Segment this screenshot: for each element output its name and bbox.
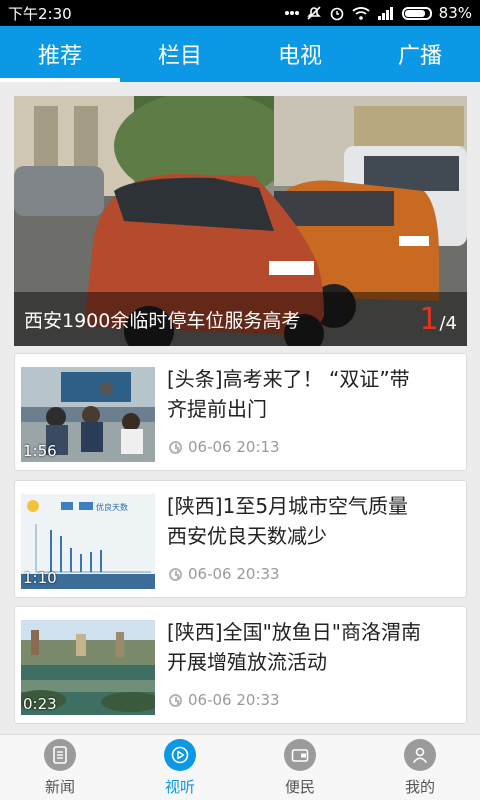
clock-icon bbox=[169, 440, 182, 454]
news-timestamp: 06-06 20:13 bbox=[169, 438, 280, 456]
nav-services[interactable]: 便民 bbox=[240, 735, 360, 800]
news-thumbnail: 1:56 bbox=[21, 367, 155, 462]
mute-icon bbox=[306, 5, 322, 21]
hero-current-page: 1 bbox=[419, 301, 439, 337]
hero-page-counter: 1 /4 bbox=[419, 302, 457, 337]
video-duration: 0:23 bbox=[23, 695, 57, 713]
wifi-icon bbox=[352, 6, 370, 20]
hero-title: 西安1900余临时停车位服务高考 bbox=[24, 309, 301, 332]
tab-columns[interactable]: 栏目 bbox=[120, 26, 240, 82]
battery-icon bbox=[401, 6, 432, 20]
battery-level: 83% bbox=[438, 4, 472, 22]
news-title: [头条]高考来了！ “双证”带 齐提前出门 bbox=[167, 364, 457, 424]
nav-media[interactable]: 视听 bbox=[120, 735, 240, 800]
news-title: [陕西]1至5月城市空气质量 西安优良天数减少 bbox=[167, 491, 457, 551]
news-title-line: [陕西]全国"放鱼日"商洛渭南 bbox=[167, 620, 422, 644]
tab-tv[interactable]: 电视 bbox=[240, 26, 360, 82]
tab-recommend[interactable]: 推荐 bbox=[0, 26, 120, 82]
news-title-line: [陕西]1至5月城市空气质量 bbox=[167, 494, 409, 518]
play-icon bbox=[164, 738, 196, 771]
nav-label: 我的 bbox=[404, 777, 435, 796]
nav-profile[interactable]: 我的 bbox=[360, 735, 480, 800]
nav-label: 便民 bbox=[284, 777, 315, 796]
tab-radio[interactable]: 广播 bbox=[360, 26, 480, 82]
video-duration: 1:10 bbox=[23, 569, 57, 587]
status-bar: 下午2:30 83% bbox=[0, 0, 480, 26]
status-time: 下午2:30 bbox=[8, 4, 72, 23]
news-time-text: 06-06 20:33 bbox=[188, 691, 280, 709]
news-time-text: 06-06 20:33 bbox=[188, 565, 280, 583]
news-title-line: 齐提前出门 bbox=[167, 397, 267, 421]
top-tab-bar: 推荐 栏目 电视 广播 bbox=[0, 26, 480, 82]
hero-total-pages: /4 bbox=[439, 312, 457, 334]
news-thumbnail: 0:23 bbox=[21, 620, 155, 715]
news-title-line: 西安优良天数减少 bbox=[167, 524, 327, 548]
more-dots-icon bbox=[284, 10, 299, 16]
user-icon bbox=[404, 738, 436, 771]
nav-news[interactable]: 新闻 bbox=[0, 735, 120, 800]
news-item[interactable]: 优良天数 1:10 [陕西]1至5月城市空气质量 西安优良天数减少 06-06 … bbox=[14, 480, 467, 598]
news-item[interactable]: 0:23 [陕西]全国"放鱼日"商洛渭南 开展增殖放流活动 06-06 20:3… bbox=[14, 606, 467, 724]
alarm-icon bbox=[329, 5, 345, 21]
thumbnail-chart-title: 优良天数 bbox=[96, 502, 128, 512]
news-timestamp: 06-06 20:33 bbox=[169, 565, 280, 583]
news-time-text: 06-06 20:13 bbox=[188, 438, 280, 456]
clock-icon bbox=[169, 567, 182, 581]
news-title-line: [头条]高考来了！ “双证”带 bbox=[167, 367, 410, 391]
status-icons: 83% bbox=[284, 4, 472, 22]
wallet-icon bbox=[284, 738, 316, 771]
nav-label: 新闻 bbox=[44, 777, 75, 796]
news-title: [陕西]全国"放鱼日"商洛渭南 开展增殖放流活动 bbox=[167, 617, 457, 677]
news-timestamp: 06-06 20:33 bbox=[169, 691, 280, 709]
signal-icon bbox=[377, 6, 395, 20]
video-duration: 1:56 bbox=[23, 442, 57, 460]
nav-label: 视听 bbox=[164, 777, 195, 796]
bottom-nav: 新闻 视听 便民 我的 bbox=[0, 734, 480, 800]
hero-caption: 西安1900余临时停车位服务高考 1 /4 bbox=[14, 292, 467, 346]
news-icon bbox=[44, 738, 76, 771]
news-item[interactable]: 1:56 [头条]高考来了！ “双证”带 齐提前出门 06-06 20:13 bbox=[14, 353, 467, 471]
news-title-line: 开展增殖放流活动 bbox=[167, 650, 327, 674]
news-thumbnail: 优良天数 1:10 bbox=[21, 494, 155, 589]
clock-icon bbox=[169, 693, 182, 707]
hero-banner[interactable]: 西安1900余临时停车位服务高考 1 /4 bbox=[14, 96, 467, 346]
